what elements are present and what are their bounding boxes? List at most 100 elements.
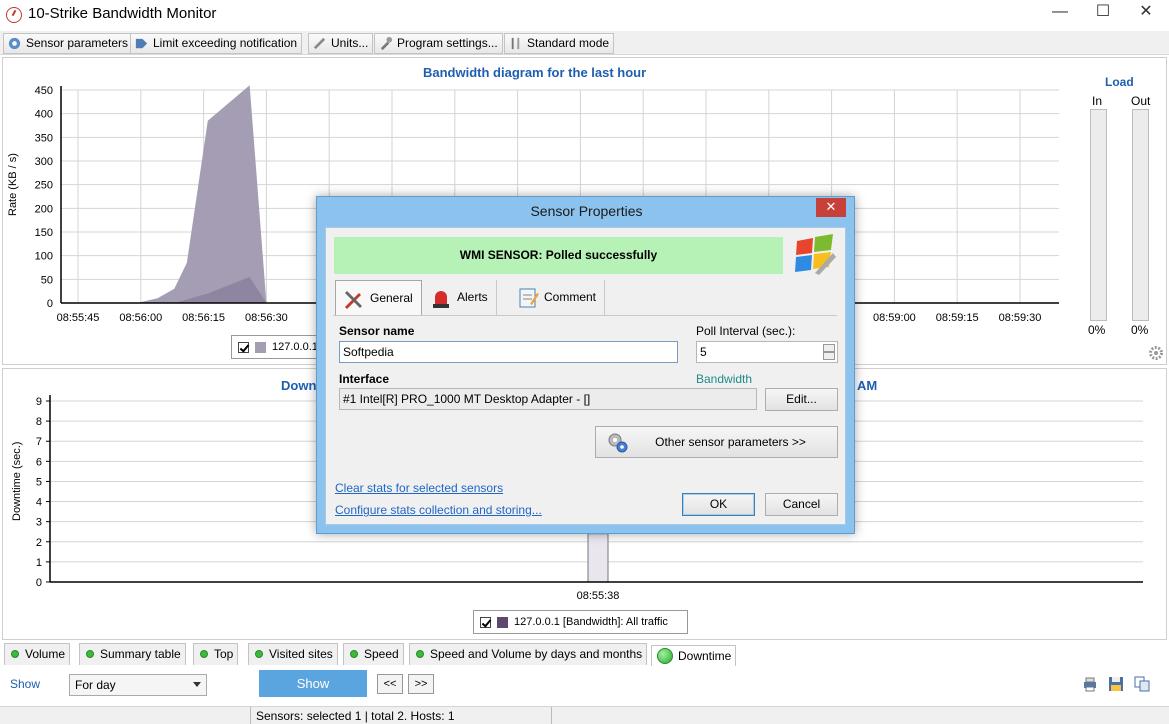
tab-top[interactable]: Top	[193, 643, 239, 665]
settings-gear-icon[interactable]	[1148, 345, 1164, 361]
downtime-legend-swatch	[497, 616, 508, 628]
copy-icon[interactable]	[1134, 676, 1150, 692]
standard-mode-button[interactable]: Standard mode	[504, 33, 615, 54]
y-tick-label: 200	[35, 203, 53, 215]
maximize-button[interactable]: ☐	[1080, 0, 1126, 28]
dialog-title: Sensor Properties	[530, 203, 643, 219]
x-tick-label: 08:55:38	[577, 590, 620, 602]
print-icon[interactable]	[1082, 676, 1098, 692]
tab-comment[interactable]: Comment	[510, 280, 606, 315]
y-tick-label: 9	[36, 396, 42, 408]
minimize-button[interactable]: —	[1037, 0, 1083, 28]
close-button[interactable]: ✕	[1123, 0, 1169, 28]
save-icon[interactable]	[1108, 676, 1124, 692]
y-tick-label: 1	[36, 557, 42, 569]
sensor-name-label: Sensor name	[339, 324, 415, 338]
units-button[interactable]: Units...	[308, 33, 374, 54]
next-button[interactable]: >>	[408, 674, 434, 694]
standard-mode-label: Standard mode	[527, 36, 610, 50]
units-label: Units...	[331, 36, 369, 50]
status-cell-empty	[551, 707, 591, 724]
tab-label: Summary table	[100, 647, 181, 661]
tab-volume[interactable]: Volume	[4, 643, 71, 665]
y-tick-label: 300	[35, 156, 53, 168]
y-tick-label: 0	[36, 577, 42, 589]
tab-general[interactable]: General	[335, 280, 422, 316]
limit-notification-label: Limit exceeding notification	[153, 36, 298, 50]
x-tick-label: 08:56:00	[119, 312, 162, 324]
wrench-icon	[380, 36, 393, 51]
y-tick-label: 350	[35, 132, 53, 144]
y-tick-label: 5	[36, 476, 42, 488]
cancel-button[interactable]: Cancel	[765, 493, 838, 516]
program-settings-button[interactable]: Program settings...	[374, 33, 503, 54]
poll-interval-stepper[interactable]: 5	[696, 341, 838, 363]
y-tick-label: 2	[36, 537, 42, 549]
gears-icon	[608, 433, 628, 453]
load-in-label: In	[1092, 94, 1103, 108]
sensor-parameters-button[interactable]: Sensor parameters	[3, 33, 134, 54]
clear-stats-link[interactable]: Clear stats for selected sensors	[335, 481, 503, 495]
show-button[interactable]: Show	[259, 670, 367, 697]
gear-icon	[8, 37, 21, 50]
configure-stats-link[interactable]: Configure stats collection and storing..…	[335, 503, 542, 517]
tab-speed[interactable]: Speed	[343, 643, 404, 665]
controls-bar: Show For day Show << >>	[0, 666, 1169, 706]
period-select[interactable]: For day	[69, 674, 207, 696]
window-title: 10-Strike Bandwidth Monitor	[28, 5, 217, 22]
y-tick-label: 7	[36, 436, 42, 448]
spinner-arrows-icon[interactable]	[823, 344, 835, 360]
tab-label: Speed and Volume by days and months	[430, 647, 643, 661]
status-dot-icon	[657, 648, 673, 664]
x-tick-label: 08:59:00	[873, 312, 916, 324]
bandwidth-legend[interactable]: 127.0.0.1	[231, 335, 326, 359]
y-tick-label: 6	[36, 456, 42, 468]
y-tick-label: 100	[35, 251, 53, 263]
tab-general-label: General	[370, 291, 413, 305]
y-tick-label: 400	[35, 109, 53, 121]
edit-button[interactable]: Edit...	[765, 388, 838, 411]
downtime-legend-checkbox[interactable]	[480, 616, 491, 628]
interface-field[interactable]: #1 Intel[R] PRO_1000 MT Desktop Adapter …	[339, 388, 757, 410]
tab-summary-table[interactable]: Summary table	[79, 643, 186, 665]
ok-button[interactable]: OK	[682, 493, 755, 516]
tab-comment-label: Comment	[544, 290, 597, 304]
notepad-icon	[519, 288, 539, 308]
y-tick-label: 4	[36, 497, 42, 509]
y-tick-label: 50	[41, 274, 53, 286]
tab-separator	[333, 315, 837, 316]
load-in-value: 0%	[1088, 323, 1106, 337]
load-out-meter	[1132, 109, 1149, 321]
other-sensor-parameters-button[interactable]: Other sensor parameters >>	[595, 426, 838, 458]
dialog-close-button[interactable]: ✕	[816, 198, 846, 217]
program-settings-label: Program settings...	[397, 36, 498, 50]
tag-icon	[135, 38, 148, 49]
downtime-legend[interactable]: 127.0.0.1 [Bandwidth]: All traffic	[473, 610, 688, 634]
tab-speed-volume-days-months[interactable]: Speed and Volume by days and months	[409, 643, 648, 665]
load-out-label: Out	[1131, 94, 1151, 108]
status-dot-icon	[200, 650, 208, 658]
y-tick-label: 0	[47, 298, 53, 310]
status-dot-icon	[350, 650, 358, 658]
y-tick-label: 150	[35, 227, 53, 239]
tab-downtime[interactable]: Downtime	[651, 645, 737, 667]
chevron-down-icon	[193, 682, 201, 687]
sensor-status: Sensors: selected 1 | total 2. Hosts: 1	[250, 707, 550, 724]
legend-checkbox[interactable]	[238, 341, 249, 353]
prev-button[interactable]: <<	[377, 674, 403, 694]
poll-interval-label: Poll Interval (sec.):	[696, 324, 796, 338]
x-tick-label: 08:56:30	[245, 312, 288, 324]
tab-visited-sites[interactable]: Visited sites	[248, 643, 338, 665]
load-out-value: 0%	[1131, 323, 1149, 337]
bandwidth-label: Bandwidth	[696, 372, 753, 386]
y-tick-label: 3	[36, 517, 42, 529]
sensor-name-field[interactable]: Softpedia	[339, 341, 678, 363]
tab-label: Volume	[25, 647, 66, 661]
legend-label: 127.0.0.1	[272, 341, 318, 353]
x-tick-label: 08:59:15	[936, 312, 979, 324]
siren-icon	[433, 291, 449, 308]
tab-alerts[interactable]: Alerts	[423, 280, 497, 315]
limit-notification-button[interactable]: Limit exceeding notification	[130, 33, 303, 54]
sensor-properties-dialog: Sensor Properties ✕ WMI SENSOR: Polled s…	[316, 196, 855, 534]
tab-label: Speed	[364, 647, 399, 661]
